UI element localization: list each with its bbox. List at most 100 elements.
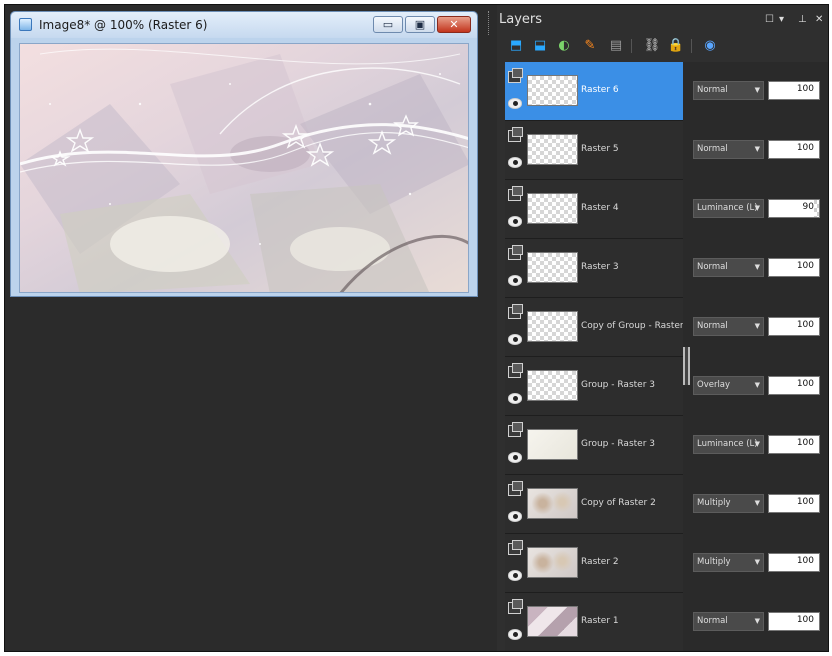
blend-mode-select[interactable]: Normal ▼ [693, 612, 764, 631]
layer-name: Group - Raster 3 [581, 439, 655, 449]
layer-row[interactable]: Raster 2 [505, 534, 683, 592]
blend-mode-value: Normal [697, 85, 728, 95]
layer-row[interactable]: Raster 6 [505, 62, 683, 120]
opacity-slider[interactable]: 100 [768, 258, 820, 277]
layer-name: Raster 6 [581, 85, 619, 95]
eye-icon[interactable] [508, 157, 522, 168]
eye-icon[interactable] [508, 511, 522, 522]
layer-list[interactable]: Raster 6 Raster 5 Raster 4 Raster 3 Copy of … [505, 62, 692, 651]
layer-group-icon[interactable] [508, 186, 523, 201]
layer-group-icon[interactable] [508, 304, 523, 319]
opacity-slider[interactable]: 100 [768, 435, 820, 454]
eye-icon[interactable] [508, 334, 522, 345]
layer-group-icon[interactable] [508, 540, 523, 555]
link-layers-icon[interactable]: ⛓ [643, 37, 661, 55]
blend-mode-value: Overlay [697, 380, 731, 390]
layer-group-icon[interactable] [508, 481, 523, 496]
layer-row[interactable]: Raster 3 [505, 239, 683, 297]
opacity-value: 100 [796, 320, 814, 330]
layer-thumbnail [527, 134, 578, 165]
blend-mode-value: Normal [697, 321, 728, 331]
layer-group-icon[interactable] [508, 127, 523, 142]
layer-row[interactable]: Raster 4 [505, 180, 683, 238]
app-frame: Image8* @ 100% (Raster 6) ▭ ▣ ✕ Layers ☐… [4, 4, 829, 652]
opacity-slider[interactable]: 100 [768, 376, 820, 395]
layer-styles-icon[interactable]: ◉ [701, 37, 719, 55]
dropdown-icon[interactable]: ▾ [779, 14, 784, 25]
eye-icon[interactable] [508, 629, 522, 640]
panel-splitter[interactable] [485, 5, 497, 651]
drag-grip[interactable] [488, 11, 490, 35]
eye-icon[interactable] [508, 275, 522, 286]
blend-mode-select[interactable]: Normal ▼ [693, 317, 764, 336]
layers-toolbar: ⬒ ⬓ ◐ ✎ ▤ ⛓ 🔒 ◉ [497, 33, 828, 59]
opacity-value: 100 [796, 379, 814, 389]
opacity-slider[interactable]: 90 [768, 199, 820, 218]
chevron-down-icon: ▼ [754, 440, 760, 448]
document-titlebar[interactable]: Image8* @ 100% (Raster 6) ▭ ▣ ✕ [11, 12, 477, 38]
layer-group-icon[interactable] [508, 363, 523, 378]
layer-row[interactable]: Raster 5 [505, 121, 683, 179]
opacity-slider[interactable]: 100 [768, 612, 820, 631]
blend-mode-value: Normal [697, 262, 728, 272]
opacity-slider[interactable]: 100 [768, 494, 820, 513]
duplicate-layer-icon[interactable]: ▤ [607, 37, 625, 55]
eye-icon[interactable] [508, 216, 522, 227]
layer-group-icon[interactable] [508, 422, 523, 437]
blend-mode-select[interactable]: Normal ▼ [693, 140, 764, 159]
eye-icon[interactable] [508, 452, 522, 463]
layer-row[interactable]: Group - Raster 3 [505, 416, 683, 474]
new-adjustment-layer-icon[interactable]: ✎ [581, 37, 599, 55]
layer-name: Group - Raster 3 [581, 380, 655, 390]
layer-group-icon[interactable] [508, 599, 523, 614]
new-mask-layer-icon[interactable]: ◐ [555, 37, 573, 55]
minimize-button[interactable]: ▭ [373, 16, 403, 33]
restore-icon[interactable]: ☐ [765, 14, 774, 25]
chevron-down-icon: ▼ [754, 145, 760, 153]
layer-thumbnail [527, 488, 578, 519]
blend-mode-select[interactable]: Luminance (L) ▼ [693, 435, 764, 454]
opacity-slider[interactable]: 100 [768, 553, 820, 572]
blend-mode-select[interactable]: Luminance (L) ▼ [693, 199, 764, 218]
opacity-value: 100 [796, 84, 814, 94]
image-document-icon [19, 18, 32, 31]
close-icon[interactable]: ✕ [815, 14, 823, 25]
opacity-slider[interactable]: 100 [768, 140, 820, 159]
layer-group-icon[interactable] [508, 245, 523, 260]
layer-row[interactable]: Group - Raster 3 [505, 357, 683, 415]
document-title: Image8* @ 100% (Raster 6) [39, 18, 208, 32]
layer-row[interactable]: Copy of Group - Raster 3 [505, 298, 692, 356]
image-document-window[interactable]: Image8* @ 100% (Raster 6) ▭ ▣ ✕ [10, 11, 478, 297]
chevron-down-icon: ▼ [754, 86, 760, 94]
blend-mode-value: Normal [697, 144, 728, 154]
blend-mode-select[interactable]: Overlay ▼ [693, 376, 764, 395]
opacity-slider[interactable]: 100 [768, 317, 820, 336]
blend-mode-select[interactable]: Normal ▼ [693, 81, 764, 100]
opacity-value: 100 [796, 615, 814, 625]
image-canvas[interactable] [19, 43, 469, 293]
eye-icon[interactable] [508, 393, 522, 404]
eye-icon[interactable] [508, 570, 522, 581]
blend-mode-value: Multiply [697, 557, 731, 567]
collapse-handle[interactable] [683, 347, 690, 385]
layer-group-icon[interactable] [508, 68, 523, 83]
opacity-slider[interactable]: 100 [768, 81, 820, 100]
blend-mode-select[interactable]: Multiply ▼ [693, 494, 764, 513]
layer-thumbnail [527, 547, 578, 578]
lock-transparency-icon[interactable]: 🔒 [667, 37, 685, 55]
panel-header[interactable]: Layers ☐ ▾ ⊥ ✕ [497, 5, 828, 33]
new-raster-layer-icon[interactable]: ⬒ [507, 37, 525, 55]
layer-row[interactable]: Copy of Raster 2 [505, 475, 683, 533]
close-button[interactable]: ✕ [437, 16, 471, 33]
pin-icon[interactable]: ⊥ [798, 14, 807, 25]
maximize-button[interactable]: ▣ [405, 16, 435, 33]
blend-mode-select[interactable]: Multiply ▼ [693, 553, 764, 572]
chevron-down-icon: ▼ [754, 558, 760, 566]
opacity-value: 90 [802, 202, 814, 212]
opacity-value: 100 [796, 438, 814, 448]
layer-row[interactable]: Raster 1 [505, 593, 683, 651]
blend-mode-select[interactable]: Normal ▼ [693, 258, 764, 277]
new-vector-layer-icon[interactable]: ⬓ [531, 37, 549, 55]
eye-icon[interactable] [508, 98, 522, 109]
blend-mode-value: Luminance (L) [697, 203, 758, 213]
